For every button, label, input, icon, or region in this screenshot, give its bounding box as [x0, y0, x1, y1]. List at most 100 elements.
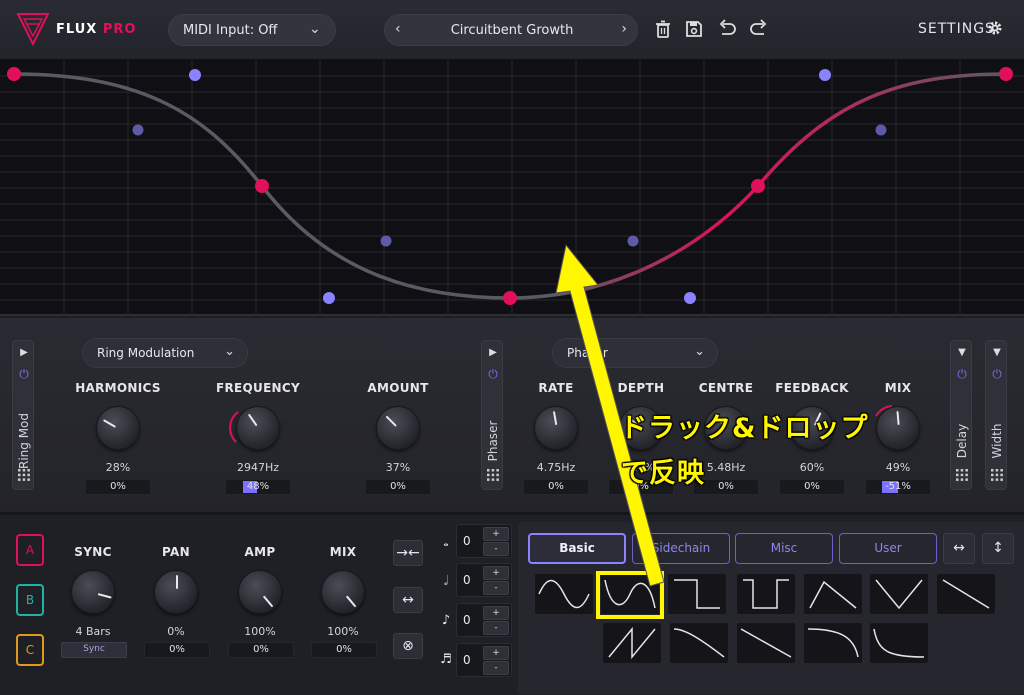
preset-selector[interactable]: ‹ Circuitbent Growth ›: [384, 14, 638, 46]
lfo-curve-canvas[interactable]: [0, 60, 1024, 316]
lfo-slot-c[interactable]: C: [16, 634, 44, 666]
pan-mod[interactable]: 0%: [144, 642, 210, 658]
minus-button[interactable]: -: [483, 542, 509, 556]
clear-icon[interactable]: ⊗: [393, 633, 423, 659]
frequency-mod[interactable]: 48%: [225, 479, 291, 495]
curve-handle[interactable]: [189, 69, 201, 81]
plus-button[interactable]: +: [483, 606, 509, 620]
play-icon[interactable]: ▶: [482, 347, 504, 358]
lfo-shape-graph[interactable]: [0, 60, 1024, 316]
lfo-slot-a[interactable]: A: [16, 534, 44, 566]
plus-button[interactable]: +: [483, 527, 509, 541]
amount-mod[interactable]: 0%: [365, 479, 431, 495]
preset-next-icon[interactable]: ›: [621, 21, 627, 37]
curve-point[interactable]: [503, 291, 517, 305]
collapse-icon[interactable]: ▼: [986, 347, 1008, 358]
grid-icon[interactable]: [18, 469, 30, 481]
sync-mode-button[interactable]: Sync: [61, 642, 127, 658]
delay-strip[interactable]: ▼ ⏻ Delay: [950, 340, 972, 490]
minus-button[interactable]: -: [483, 661, 509, 675]
curve-point[interactable]: [999, 67, 1013, 81]
shape-saw-down[interactable]: [937, 574, 995, 614]
compress-icon[interactable]: →←: [393, 540, 423, 566]
curve-handle[interactable]: [875, 124, 887, 136]
curve-handle[interactable]: [684, 292, 696, 304]
play-icon[interactable]: ▶: [13, 347, 35, 358]
curve-handle[interactable]: [132, 124, 144, 136]
eighth-note-icon: ♪: [441, 613, 451, 628]
flip-horizontal-icon[interactable]: ↔: [943, 533, 975, 564]
chevron-down-icon: ⌄: [694, 344, 705, 359]
save-icon[interactable]: [683, 18, 705, 40]
curve-handle[interactable]: [323, 292, 335, 304]
amount-knob[interactable]: [376, 406, 420, 450]
feedback-mod[interactable]: 0%: [779, 479, 845, 495]
minus-button[interactable]: -: [483, 621, 509, 635]
mix-mod[interactable]: -51%: [865, 479, 931, 495]
shape-saw-up[interactable]: [603, 623, 661, 663]
lfo-slot-b[interactable]: B: [16, 584, 44, 616]
trash-icon[interactable]: [652, 18, 674, 40]
power-icon[interactable]: ⏻: [482, 367, 504, 382]
curve-point[interactable]: [7, 67, 21, 81]
frequency-value: 2947Hz: [236, 461, 280, 474]
shape-inverted-triangle[interactable]: [870, 574, 928, 614]
note-stepper[interactable]: 0 + -: [456, 524, 512, 558]
width-strip[interactable]: ▼ ⏻ Width: [985, 340, 1007, 490]
shape-saw-down-2[interactable]: [737, 623, 795, 663]
curve-point[interactable]: [255, 179, 269, 193]
grid-icon[interactable]: [487, 469, 499, 481]
shape-exp-down[interactable]: [670, 623, 728, 663]
phaser-strip[interactable]: ▶ ⏻ Phaser: [481, 340, 503, 490]
lfo-mix-mod[interactable]: 0%: [311, 642, 377, 658]
chevron-down-icon: ⌄: [224, 344, 235, 359]
shape-log-down[interactable]: [804, 623, 862, 663]
effects-section: ▶ ⏻ Ring Mod Ring Modulation ⌄ HARMONICS…: [0, 318, 1024, 515]
harmonics-mod[interactable]: 0%: [85, 479, 151, 495]
pan-knob[interactable]: [154, 570, 198, 614]
collapse-icon[interactable]: ▼: [951, 347, 973, 358]
phaser-strip-label: Phaser: [486, 420, 500, 462]
grid-icon[interactable]: [956, 469, 968, 481]
curve-point[interactable]: [751, 179, 765, 193]
shape-exp-decay[interactable]: [870, 623, 928, 663]
amp-mod[interactable]: 0%: [228, 642, 294, 658]
sync-knob[interactable]: [71, 570, 115, 614]
power-icon[interactable]: ⏻: [986, 367, 1008, 382]
undo-icon[interactable]: [716, 18, 738, 40]
curve-handle[interactable]: [380, 235, 392, 247]
plus-button[interactable]: +: [483, 646, 509, 660]
shape-triangle[interactable]: [804, 574, 862, 614]
note-stepper[interactable]: 0 + -: [456, 563, 512, 597]
shape-inverted-square[interactable]: [737, 574, 795, 614]
midi-input-dropdown[interactable]: MIDI Input: Off ⌄: [168, 14, 336, 46]
harmonics-label: HARMONICS: [75, 381, 161, 395]
tab-misc[interactable]: Misc: [735, 533, 833, 564]
note-stepper[interactable]: 0 + -: [456, 643, 512, 677]
ringmod-strip[interactable]: ▶ ⏻ Ring Mod: [12, 340, 34, 490]
tab-user[interactable]: User: [839, 533, 937, 564]
grid-icon[interactable]: [991, 469, 1003, 481]
settings-label[interactable]: SETTINGS: [918, 21, 995, 37]
delay-strip-label: Delay: [955, 423, 969, 459]
gear-icon[interactable]: [987, 20, 1003, 36]
curve-handle[interactable]: [819, 69, 831, 81]
ringmod-type-dropdown[interactable]: Ring Modulation ⌄: [82, 338, 248, 368]
power-icon[interactable]: ⏻: [13, 367, 35, 382]
frequency-knob[interactable]: [236, 406, 280, 450]
amount-label: AMOUNT: [367, 381, 429, 395]
half-note-icon: 𝅗𝅥: [443, 574, 449, 589]
harmonics-knob[interactable]: [96, 406, 140, 450]
amp-knob[interactable]: [238, 570, 282, 614]
minus-button[interactable]: -: [483, 581, 509, 595]
redo-icon[interactable]: [748, 18, 770, 40]
power-icon[interactable]: ⏻: [951, 367, 973, 382]
plus-button[interactable]: +: [483, 566, 509, 580]
ringmod-strip-label: Ring Mod: [17, 412, 31, 470]
mix-knob[interactable]: [876, 406, 920, 450]
width-strip-label: Width: [990, 423, 1004, 459]
lfo-mix-knob[interactable]: [321, 570, 365, 614]
note-stepper[interactable]: 0 + -: [456, 603, 512, 637]
flip-vertical-icon[interactable]: ↕: [982, 533, 1014, 564]
expand-icon[interactable]: ↔: [393, 587, 423, 613]
